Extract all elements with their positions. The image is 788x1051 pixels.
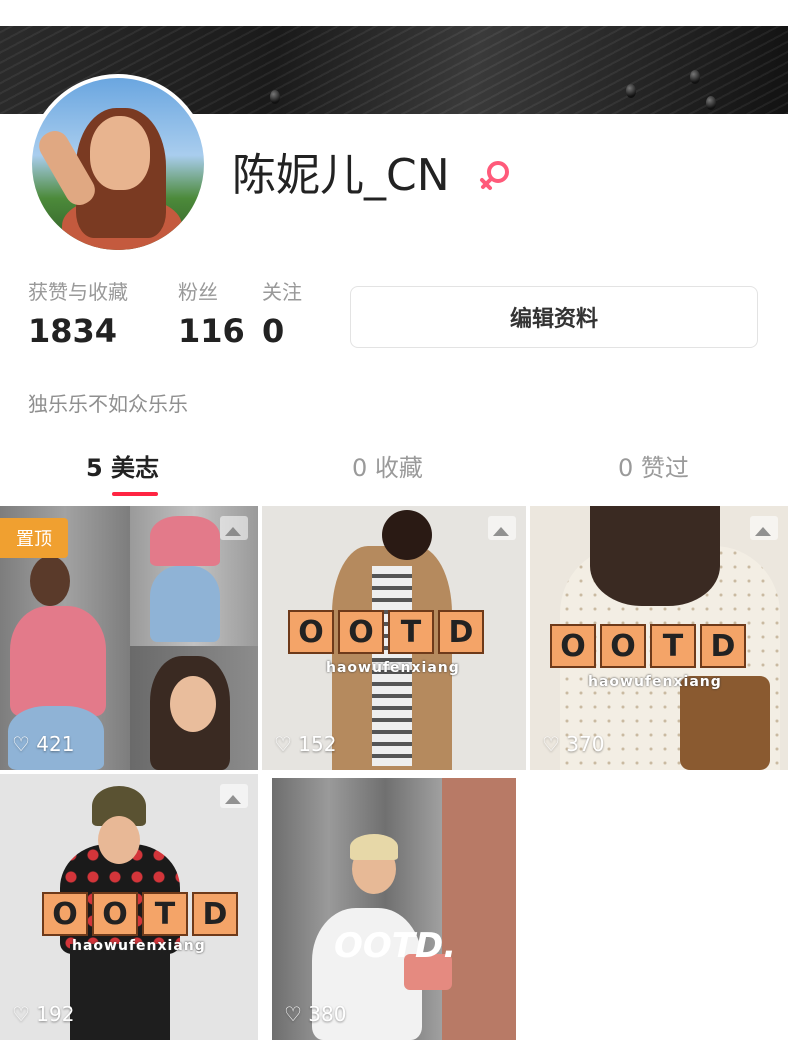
tab-liked[interactable]: 0 赞过 <box>618 448 689 483</box>
bio: 独乐乐不如众乐乐 <box>28 392 188 416</box>
water-drop <box>706 96 716 110</box>
pinned-badge: 置顶 <box>0 518 68 558</box>
ootd-overlay: OOTD <box>550 624 746 668</box>
stat-fans-value[interactable]: 116 <box>178 312 245 350</box>
image-icon <box>750 516 778 540</box>
stat-likes-value[interactable]: 1834 <box>28 312 117 350</box>
like-count: ♡ 421 <box>12 732 75 756</box>
post-card[interactable]: OOTD. ♡ 380 <box>272 778 516 1040</box>
stat-fans-label: 粉丝 <box>178 280 218 304</box>
image-icon <box>220 784 248 808</box>
post-card[interactable]: OOTD haowufenxiang ♡ 370 <box>530 506 788 770</box>
username: 陈妮儿_CN <box>232 150 450 201</box>
water-drop <box>690 70 700 84</box>
tab-active-indicator <box>112 492 158 496</box>
tab-notes[interactable]: 5 美志 <box>86 448 159 483</box>
image-icon <box>220 516 248 540</box>
like-count: ♡ 152 <box>274 732 337 756</box>
ootd-overlay: OOTD <box>42 892 238 936</box>
ootd-subtitle: haowufenxiang <box>588 674 722 690</box>
post-card[interactable]: OOTD haowufenxiang ♡ 152 <box>262 506 526 770</box>
ootd-overlay: OOTD. <box>334 926 457 966</box>
ootd-overlay: OOTD <box>288 610 484 654</box>
like-count: ♡ 370 <box>542 732 605 756</box>
like-count: ♡ 380 <box>284 1002 347 1026</box>
like-count: ♡ 192 <box>12 1002 75 1026</box>
ootd-subtitle: haowufenxiang <box>326 660 460 676</box>
post-card[interactable]: 置顶 ♡ 421 <box>0 506 258 770</box>
stat-likes-label: 获赞与收藏 <box>28 280 128 304</box>
stat-following-value[interactable]: 0 <box>262 312 284 350</box>
water-drop <box>626 84 636 98</box>
edit-profile-button[interactable]: 编辑资料 <box>350 286 758 348</box>
post-card[interactable]: OOTD haowufenxiang ♡ 192 <box>0 774 258 1040</box>
image-icon <box>488 516 516 540</box>
ootd-subtitle: haowufenxiang <box>72 938 206 954</box>
female-icon <box>480 161 509 190</box>
stat-following-label: 关注 <box>262 280 302 304</box>
tab-collections[interactable]: 0 收藏 <box>352 448 423 483</box>
avatar[interactable] <box>28 74 208 254</box>
water-drop <box>270 90 280 104</box>
